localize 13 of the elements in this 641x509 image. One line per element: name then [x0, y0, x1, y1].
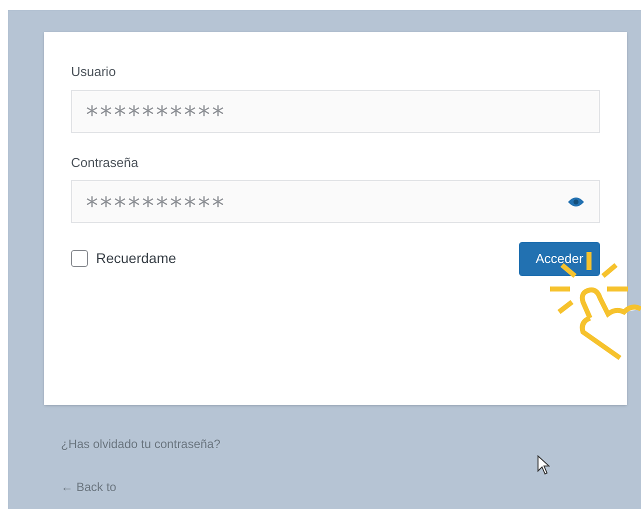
field-value: **********: [86, 190, 226, 218]
link[interactable]: ← Back to: [61, 478, 116, 496]
input-field[interactable]: **********: [71, 180, 600, 223]
link[interactable]: ¿Has olvidado tu contraseña?: [61, 435, 220, 453]
field-label: Usuario: [71, 63, 116, 81]
cursor-icon: [537, 455, 550, 475]
eye-icon[interactable]: [567, 196, 585, 208]
field-label: Contraseña: [71, 154, 138, 172]
checkbox-label: Recuerdame: [96, 249, 176, 268]
checkbox[interactable]: [71, 250, 88, 267]
login-button[interactable]: Acceder: [519, 242, 600, 276]
input-field[interactable]: **********: [71, 90, 600, 132]
field-value: **********: [86, 100, 226, 127]
